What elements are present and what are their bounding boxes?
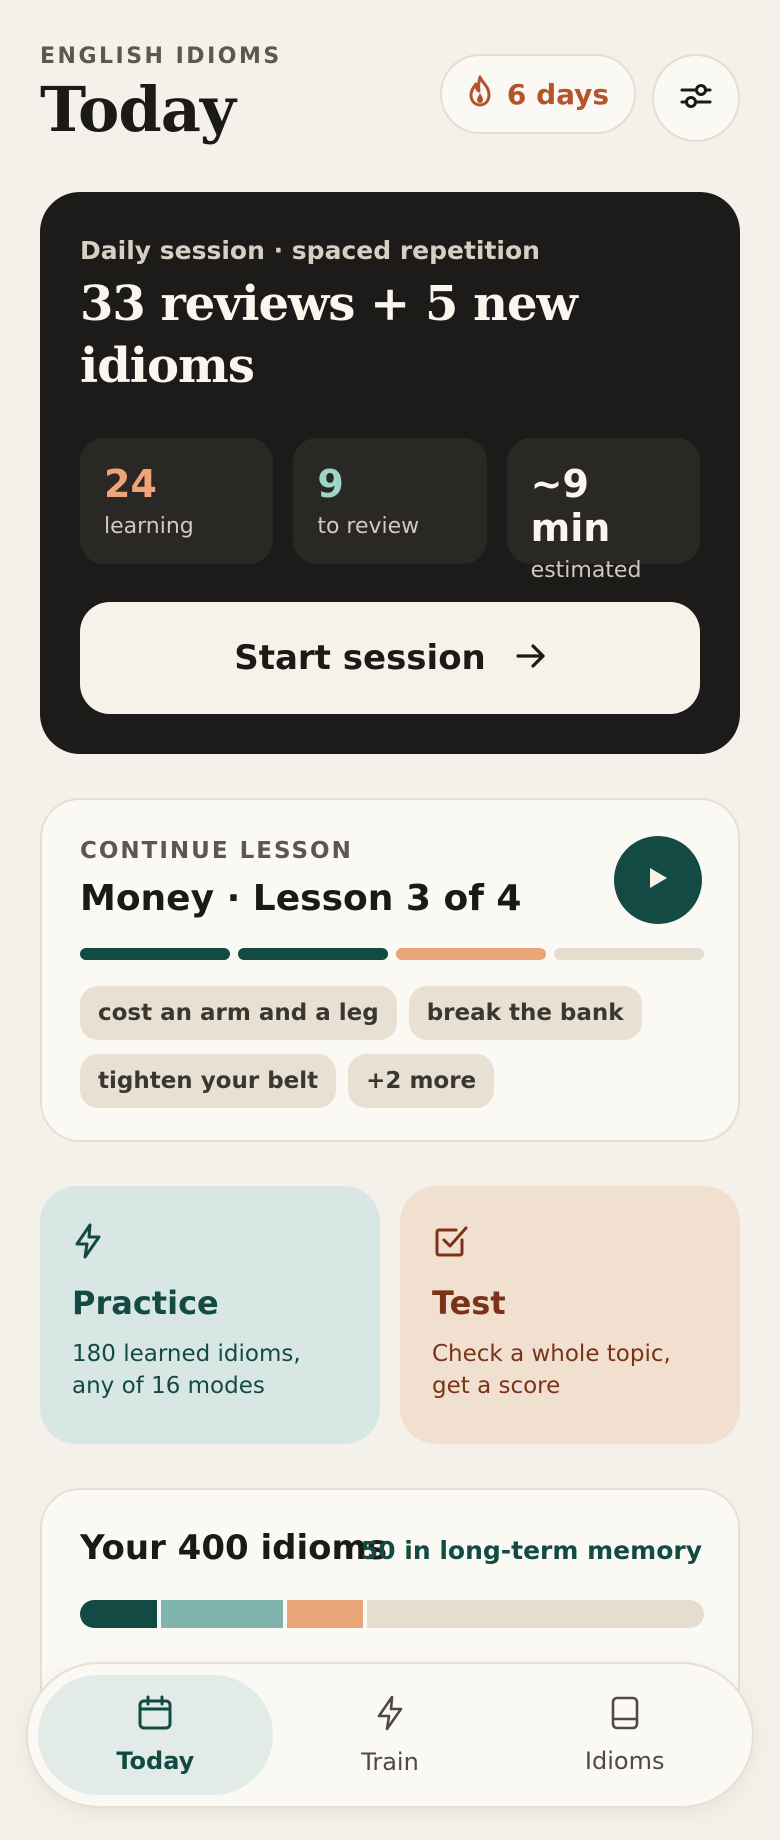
continue-lesson-card[interactable]: CONTINUE LESSON Money · Lesson 3 of 4 co… (40, 798, 740, 1142)
breakdown-segment (160, 1600, 283, 1628)
book-icon (609, 1695, 641, 1737)
stat-label: to review (317, 514, 420, 539)
progress-segment (238, 948, 388, 960)
idiom-chip[interactable]: break the bank (408, 986, 642, 1040)
page-title: Today (40, 73, 236, 146)
daily-session-card: Daily session · spaced repetition 33 rev… (40, 192, 740, 754)
session-title: 33 reviews + 5 new idioms (80, 276, 578, 394)
session-subtitle: Daily session · spaced repetition (80, 236, 540, 265)
test-description: Check a whole topic, get a score (432, 1341, 671, 1399)
stat-value: 9 (317, 462, 344, 506)
nav-label: Idioms (584, 1747, 665, 1775)
nav-label: Today (116, 1747, 195, 1775)
idioms-breakdown-bar (80, 1600, 704, 1628)
test-card[interactable]: Test Check a whole topic, get a score (400, 1186, 740, 1444)
lesson-progress (80, 948, 704, 960)
start-session-label: Start session (234, 638, 486, 678)
streak-label: 6 days (506, 77, 610, 111)
header: ENGLISH IDIOMS Today 6 days (40, 44, 740, 154)
nav-item-train[interactable]: Train (273, 1675, 508, 1795)
checkbox-icon (432, 1226, 470, 1264)
stat-value: ~9 min (530, 462, 611, 550)
play-lesson-button[interactable] (614, 836, 702, 924)
sliders-icon (679, 81, 713, 115)
stat-to-review: 9 to review (293, 438, 487, 564)
stat-estimated: ~9 min estimated (506, 438, 700, 583)
settings-button[interactable] (652, 54, 740, 142)
progress-segment (554, 948, 704, 960)
practice-description: 180 learned idioms, any of 16 modes (72, 1341, 301, 1399)
long-term-memory-count: 50 in long-term memory (360, 1536, 702, 1565)
calendar-icon (137, 1695, 173, 1737)
more-chip[interactable]: +2 more (348, 1054, 495, 1108)
idiom-chip[interactable]: cost an arm and a leg (80, 986, 397, 1040)
progress-segment (80, 948, 230, 960)
test-title: Test (432, 1284, 506, 1322)
idiom-chips: cost an arm and a leg break the bank tig… (80, 986, 720, 1108)
app-eyebrow: ENGLISH IDIOMS (40, 44, 282, 69)
idiom-chip[interactable]: tighten your belt (80, 1054, 337, 1108)
stat-learning: 24 learning (80, 438, 274, 564)
stat-value: 24 (104, 462, 157, 506)
breakdown-segment (286, 1600, 364, 1628)
progress-segment (396, 948, 546, 960)
nav-item-idioms[interactable]: Idioms (507, 1675, 742, 1795)
practice-title: Practice (72, 1284, 219, 1322)
stat-label: learning (104, 514, 194, 539)
practice-card[interactable]: Practice 180 learned idioms, any of 16 m… (40, 1186, 380, 1444)
play-icon (647, 866, 669, 894)
lesson-eyebrow: CONTINUE LESSON (80, 838, 353, 864)
nav-label: Train (361, 1748, 419, 1776)
flame-icon (467, 75, 493, 114)
lightning-icon (72, 1223, 104, 1264)
lesson-title: Money · Lesson 3 of 4 (80, 878, 522, 919)
stat-label: estimated (530, 558, 642, 583)
streak-badge[interactable]: 6 days (440, 54, 636, 134)
lightning-icon (374, 1694, 406, 1738)
bottom-nav: Today Train Idioms (26, 1662, 754, 1808)
nav-item-today[interactable]: Today (38, 1675, 273, 1795)
start-session-button[interactable]: Start session (80, 602, 700, 714)
breakdown-segment (367, 1600, 704, 1628)
breakdown-segment (80, 1600, 157, 1628)
arrow-right-icon (516, 638, 546, 678)
session-stats: 24 learning 9 to review ~9 min estimated (80, 438, 700, 583)
